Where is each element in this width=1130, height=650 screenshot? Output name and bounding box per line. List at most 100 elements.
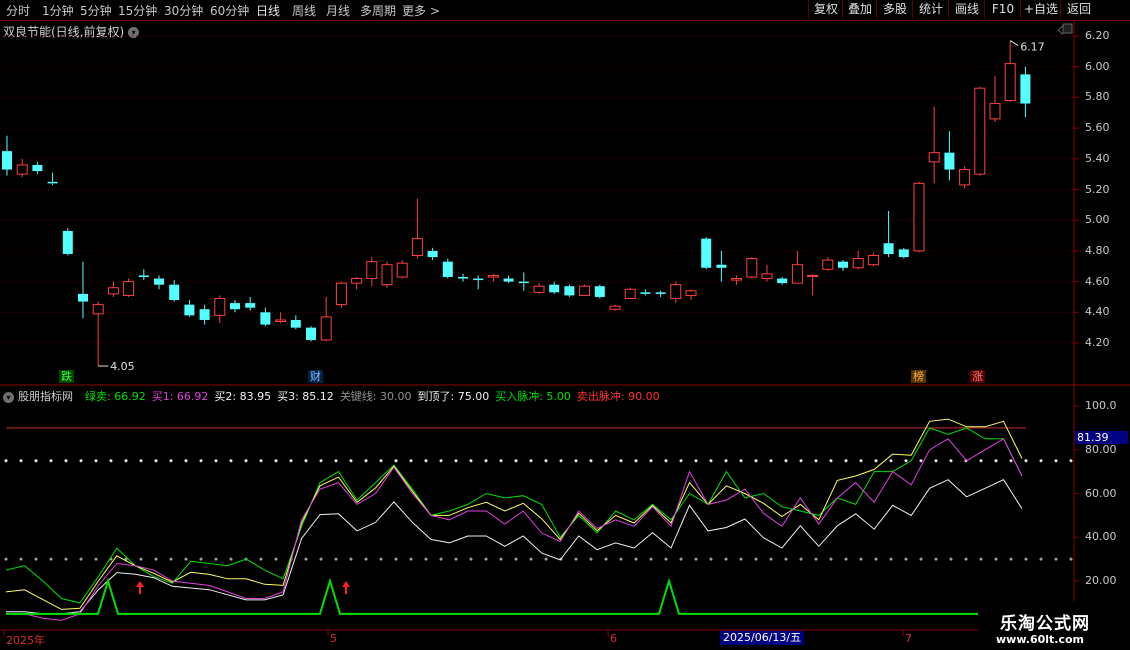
candle — [838, 260, 848, 271]
candle — [92, 301, 104, 367]
candle-body — [791, 264, 803, 284]
candle — [381, 261, 393, 288]
candle — [154, 275, 164, 290]
candle-body — [214, 297, 226, 316]
candle — [2, 135, 12, 176]
candle — [655, 290, 666, 297]
candle — [230, 300, 240, 313]
candle — [761, 264, 773, 282]
candle-body — [928, 152, 940, 163]
candle — [199, 304, 210, 325]
candle — [473, 275, 484, 290]
candle — [306, 326, 316, 342]
candle-body — [913, 182, 925, 252]
zhang-marker[interactable]: 涨 — [970, 370, 985, 383]
candle-body — [852, 258, 864, 269]
candle — [701, 237, 712, 270]
chevron-down-icon[interactable]: ▾ — [3, 391, 14, 403]
candle-body — [381, 264, 393, 286]
candle-body — [624, 288, 636, 299]
candle — [442, 258, 453, 279]
candle-body — [320, 316, 332, 341]
candle-body — [411, 238, 423, 257]
date-label: 7 — [905, 632, 912, 645]
candle-body — [306, 327, 316, 340]
candle — [427, 247, 438, 261]
candle — [214, 295, 226, 324]
buy-pulse-line — [6, 577, 978, 615]
candle — [777, 276, 788, 285]
candle-body — [92, 304, 104, 315]
candle-body — [154, 278, 164, 285]
candle — [260, 307, 271, 327]
indicator-name: 股朋指标网 — [18, 390, 73, 403]
candle-body — [503, 278, 514, 282]
candle-body — [458, 276, 468, 279]
price-tick-label: 5.00 — [1085, 213, 1110, 227]
candle — [959, 166, 971, 188]
price-tick-label: 6.20 — [1085, 29, 1110, 42]
candle-body — [746, 258, 758, 278]
candle — [487, 273, 499, 282]
indicator-legend: ▾ 股朋指标网 绿卖: 66.92 买1: 66.92 买2: 83.95 买3: 85.… — [3, 388, 672, 404]
cursor-date-tag: 2025/06/13/五 — [720, 631, 805, 645]
candle — [518, 272, 529, 291]
candle-body — [989, 103, 1001, 120]
candle-body — [974, 87, 986, 175]
indicator-tick-label: 60.00 — [1085, 486, 1117, 500]
candle-body — [640, 292, 651, 294]
candle — [47, 172, 58, 185]
price-tick-label: 4.40 — [1085, 305, 1110, 319]
series-buy3 — [5, 418, 1023, 610]
candle-body — [944, 152, 955, 170]
candle — [746, 257, 758, 279]
candle-body — [16, 164, 28, 175]
candle-body — [777, 278, 788, 284]
price-tick-label: 5.40 — [1085, 151, 1110, 165]
candle-body — [290, 319, 301, 328]
candle — [716, 250, 727, 282]
candle — [822, 257, 834, 271]
candle — [123, 278, 135, 297]
candle — [867, 252, 879, 267]
candle-body — [838, 261, 848, 268]
candle — [944, 131, 955, 181]
series-green-sell — [5, 427, 1023, 604]
candlestick-chart[interactable]: 6.174.05◇ — [0, 0, 1130, 650]
indicator-legend-item: 买入脉冲: 5.00 — [495, 390, 571, 403]
watermark-title: 乐淘公式网 — [1000, 614, 1090, 634]
candle — [898, 247, 909, 259]
high-pointer — [1009, 40, 1019, 47]
candle-body — [184, 304, 195, 316]
candle-body — [564, 286, 575, 296]
candle-body — [351, 278, 363, 284]
candle — [335, 281, 347, 308]
candle-body — [396, 262, 408, 278]
price-tick-label: 5.80 — [1085, 90, 1110, 104]
watermark: 乐淘公式网 www.60lt.com — [978, 601, 1130, 650]
indicator-tick-label: 80.00 — [1085, 442, 1117, 456]
candle — [320, 296, 332, 342]
candle — [564, 284, 575, 297]
candle-body — [716, 264, 727, 268]
candle — [62, 227, 73, 256]
indicator-legend-item: 买3: 85.12 — [277, 390, 334, 403]
candle — [32, 161, 43, 175]
candle — [107, 281, 119, 297]
candle-body — [807, 274, 819, 277]
candle-body — [579, 285, 591, 296]
die-marker[interactable]: 跌 — [59, 370, 74, 383]
bang-marker[interactable]: 榜 — [911, 370, 926, 383]
cai-marker[interactable]: 财 — [308, 370, 323, 383]
candle — [974, 86, 986, 176]
candle — [245, 296, 256, 311]
low-label: 4.05 — [110, 360, 135, 373]
price-tick-label: 4.20 — [1085, 336, 1110, 349]
candle-body — [473, 278, 484, 281]
candle-body — [138, 275, 149, 277]
candle — [807, 273, 819, 296]
candle — [396, 260, 408, 279]
candle-body — [549, 284, 560, 293]
candle-body — [533, 285, 545, 293]
indicator-tick-label: 40.00 — [1085, 530, 1117, 544]
